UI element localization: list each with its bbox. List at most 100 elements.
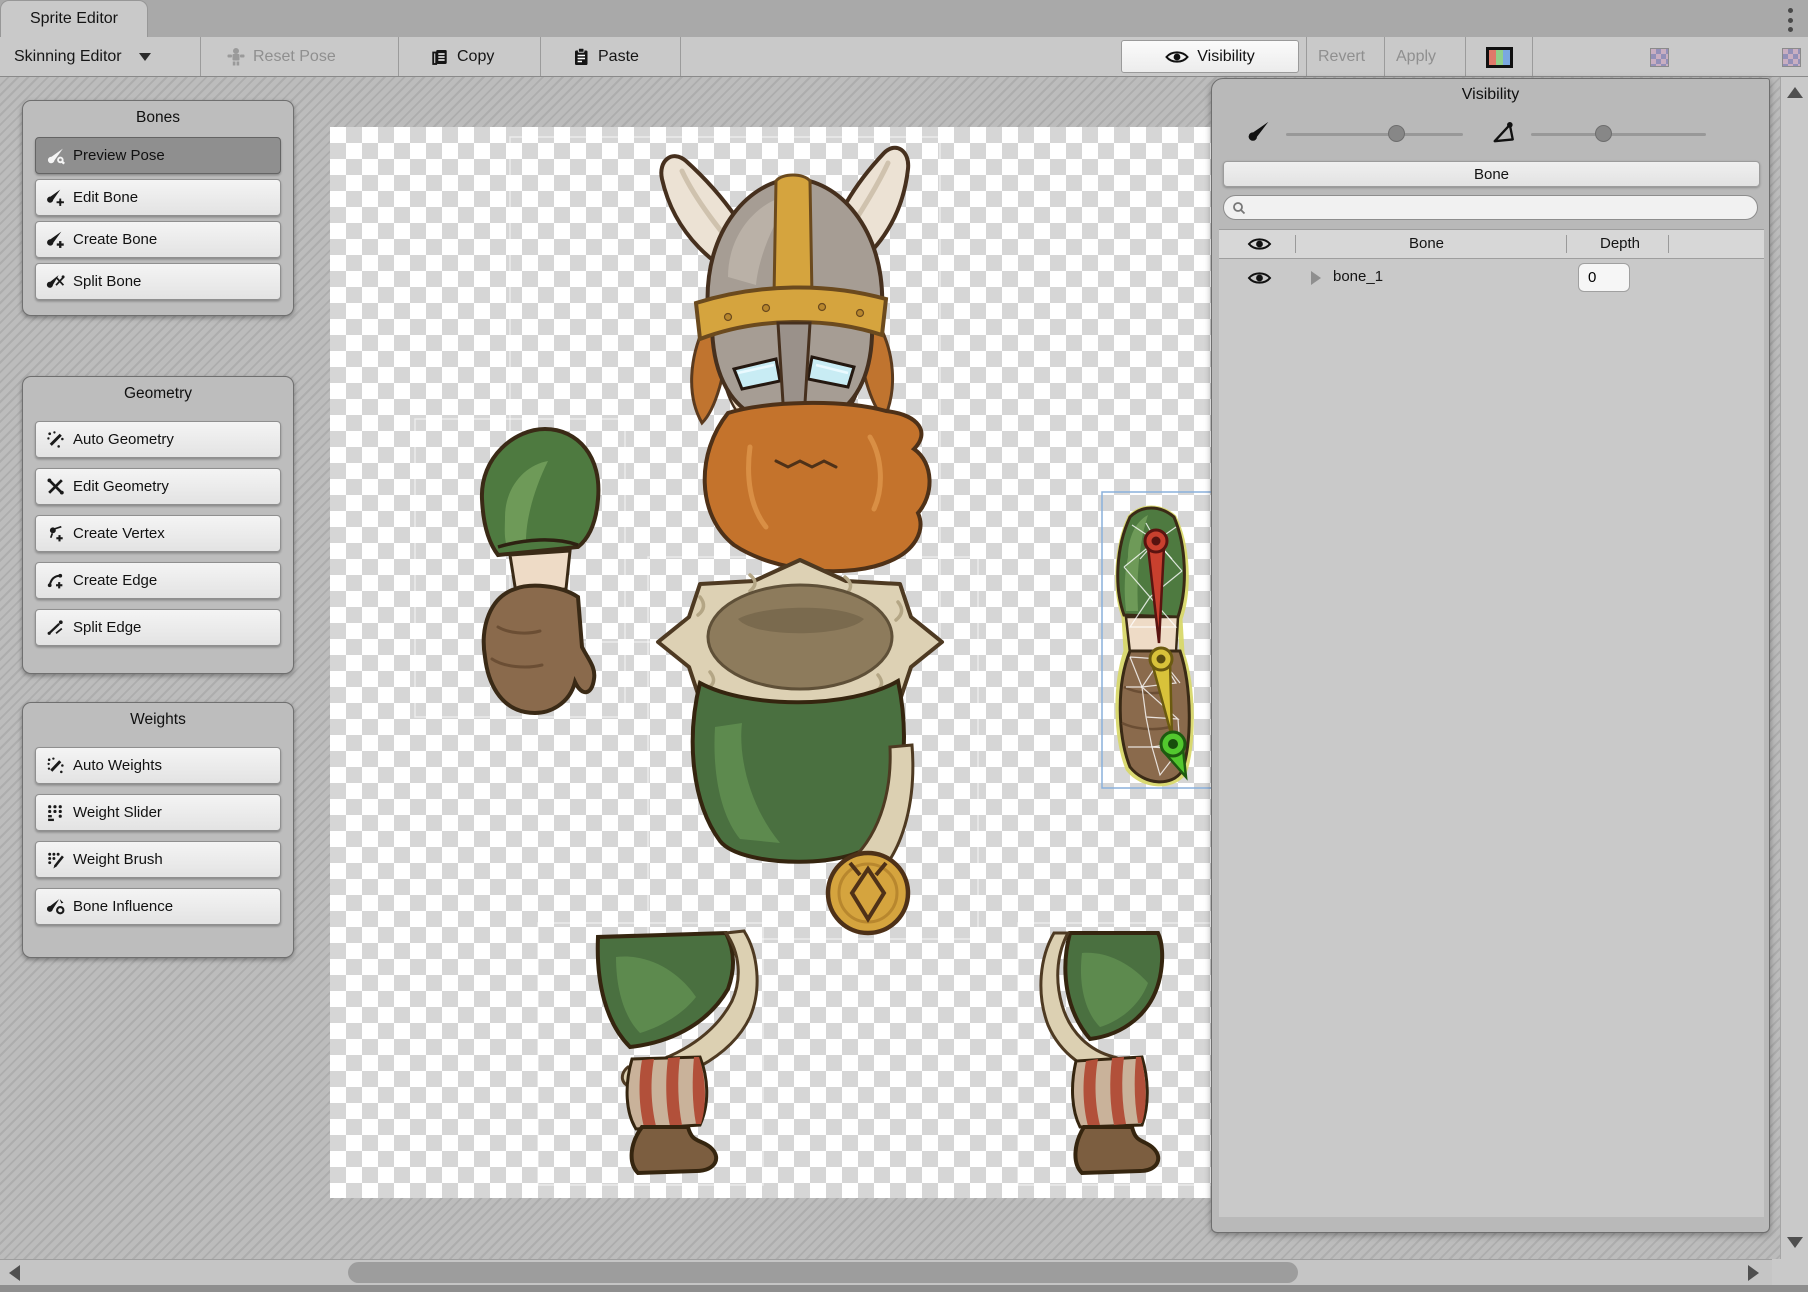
- paste-button[interactable]: Paste: [571, 37, 639, 76]
- preview-pose-button[interactable]: Preview Pose: [35, 137, 281, 174]
- scroll-down-arrow[interactable]: [1787, 1237, 1803, 1248]
- toolbar-separator: [680, 37, 681, 76]
- bones-tool-panel: Bones Preview Pose: [22, 100, 294, 316]
- preview-pose-icon: [46, 146, 65, 165]
- bone-opacity-icon: [1245, 119, 1273, 147]
- create-bone-icon: [46, 230, 65, 249]
- auto-weights-icon: [46, 756, 65, 775]
- revert-button[interactable]: Revert: [1318, 37, 1365, 76]
- toolbar: Skinning Editor Reset Pose: [0, 37, 1808, 77]
- toolbar-separator: [1465, 37, 1466, 76]
- split-edge-button[interactable]: Split Edge: [35, 609, 281, 646]
- column-header-bone[interactable]: Bone: [1359, 235, 1494, 252]
- alpha-checker-icon-2: [1782, 48, 1801, 67]
- mesh-opacity-slider-handle[interactable]: [1595, 125, 1612, 142]
- tab-sprite-editor[interactable]: Sprite Editor: [0, 0, 148, 37]
- scroll-up-arrow[interactable]: [1787, 87, 1803, 98]
- auto-geometry-icon: [46, 430, 65, 449]
- weights-tool-panel: Weights Auto Weights: [22, 702, 294, 958]
- bone-list: Bone Depth bone_1: [1219, 229, 1764, 1217]
- edit-geometry-button[interactable]: Edit Geometry: [35, 468, 281, 505]
- bone-search-field[interactable]: [1223, 195, 1758, 220]
- kebab-menu-icon[interactable]: [1778, 7, 1802, 33]
- create-vertex-button[interactable]: Create Vertex: [35, 515, 281, 552]
- sprite-mitten-arm[interactable]: [482, 429, 599, 713]
- toolbar-separator: [1384, 37, 1385, 76]
- window-bottom-edge: [0, 1285, 1808, 1292]
- workspace-background: Bones Preview Pose: [0, 77, 1808, 1292]
- copy-button[interactable]: Copy: [430, 37, 494, 76]
- search-input[interactable]: [1252, 197, 1757, 219]
- panel-title: Geometry: [23, 377, 293, 403]
- depth-input[interactable]: [1578, 263, 1630, 292]
- sprite-torso[interactable]: [658, 560, 942, 933]
- create-edge-icon: [46, 571, 65, 590]
- tab-title: Sprite Editor: [30, 10, 118, 28]
- auto-weights-button[interactable]: Auto Weights: [35, 747, 281, 784]
- eye-icon: [1165, 49, 1189, 65]
- sprite-selected-arm[interactable]: [1102, 492, 1211, 788]
- create-edge-button[interactable]: Create Edge: [35, 562, 281, 599]
- sprite-editor-window: Sprite Editor Skinning Editor Reset Pose: [0, 0, 1808, 1292]
- apply-button[interactable]: Apply: [1396, 37, 1436, 76]
- vertical-scrollbar[interactable]: [1780, 77, 1808, 1259]
- bone-name-label: bone_1: [1333, 268, 1383, 285]
- copy-icon: [430, 47, 450, 67]
- toolbar-separator: [200, 37, 201, 76]
- weight-slider-icon: [46, 803, 65, 822]
- toolbar-separator: [1306, 37, 1307, 76]
- visibility-eye-icon[interactable]: [1247, 270, 1272, 286]
- bone-opacity-slider-track[interactable]: [1286, 133, 1463, 136]
- split-bone-icon: [46, 272, 65, 291]
- weight-brush-icon: [46, 850, 65, 869]
- reset-pose-person-icon: [226, 47, 246, 66]
- skinning-editor-dropdown[interactable]: Skinning Editor: [14, 37, 151, 76]
- geometry-tool-panel: Geometry Auto Geometry: [22, 376, 294, 674]
- panel-title: Weights: [23, 703, 293, 729]
- create-vertex-icon: [46, 524, 65, 543]
- eye-icon[interactable]: [1247, 236, 1272, 252]
- sprite-canvas[interactable]: [330, 127, 1211, 1198]
- reset-pose-button[interactable]: Reset Pose: [226, 37, 336, 76]
- bone-table-header: Bone Depth: [1219, 230, 1764, 259]
- sprite-left-leg[interactable]: [598, 931, 757, 1173]
- toolbar-separator: [398, 37, 399, 76]
- toolbar-separator: [540, 37, 541, 76]
- weight-brush-button[interactable]: Weight Brush: [35, 841, 281, 878]
- edit-bone-icon: [46, 188, 65, 207]
- paste-icon: [571, 47, 591, 67]
- toolbar-separator: [1532, 37, 1533, 76]
- weight-slider-button[interactable]: Weight Slider: [35, 794, 281, 831]
- visibility-toggle-button[interactable]: Visibility: [1121, 40, 1299, 73]
- horizontal-scrollbar-thumb[interactable]: [348, 1262, 1298, 1283]
- split-edge-icon: [46, 618, 65, 637]
- titlebar: Sprite Editor: [0, 0, 1808, 37]
- search-icon: [1232, 201, 1246, 215]
- visibility-panel-title: Visibility: [1212, 79, 1769, 104]
- scroll-left-arrow[interactable]: [9, 1265, 20, 1281]
- auto-geometry-button[interactable]: Auto Geometry: [35, 421, 281, 458]
- edit-geometry-icon: [46, 477, 65, 496]
- bone-row[interactable]: bone_1: [1219, 259, 1764, 297]
- split-bone-button[interactable]: Split Bone: [35, 263, 281, 300]
- scroll-right-arrow[interactable]: [1748, 1265, 1759, 1281]
- sprite-sheet: [330, 127, 1211, 1198]
- chevron-down-icon: [139, 53, 151, 61]
- alpha-checker-icon: [1650, 48, 1669, 67]
- horizontal-scrollbar[interactable]: [0, 1259, 1772, 1285]
- bone-tab-button[interactable]: Bone: [1223, 161, 1760, 187]
- panel-title: Bones: [23, 101, 293, 127]
- create-bone-button[interactable]: Create Bone: [35, 221, 281, 258]
- mesh-opacity-slider-track[interactable]: [1531, 133, 1706, 136]
- bone-influence-button[interactable]: Bone Influence: [35, 888, 281, 925]
- mesh-opacity-icon: [1490, 119, 1518, 147]
- visibility-panel: Visibility Bone: [1211, 78, 1770, 1233]
- scrollbar-corner: [1772, 1259, 1808, 1285]
- bone-opacity-slider-handle[interactable]: [1388, 125, 1405, 142]
- expander-arrow-icon[interactable]: [1311, 271, 1321, 285]
- edit-bone-button[interactable]: Edit Bone: [35, 179, 281, 216]
- sprite-right-leg[interactable]: [1041, 933, 1162, 1173]
- sprite-head[interactable]: [661, 148, 929, 571]
- column-header-depth[interactable]: Depth: [1579, 235, 1661, 252]
- sprite-rgb-overlay-icon[interactable]: [1486, 47, 1513, 68]
